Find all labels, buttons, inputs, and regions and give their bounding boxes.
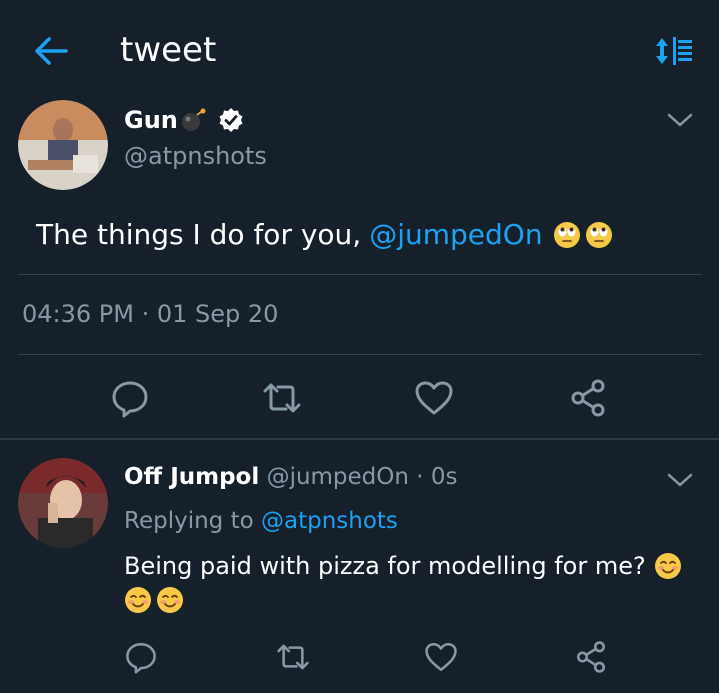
tweet-timestamp: 04:36 PM · 01 Sep 20 xyxy=(22,300,279,328)
divider xyxy=(18,274,702,275)
reply-emojis xyxy=(124,586,184,614)
avatar[interactable] xyxy=(18,100,108,190)
smiling-face-emoji xyxy=(125,587,151,613)
back-arrow-icon[interactable] xyxy=(34,36,68,66)
share-icon[interactable] xyxy=(574,640,608,674)
verified-badge-icon xyxy=(219,108,243,132)
reply-author-name[interactable]: Off Jumpol xyxy=(124,464,259,490)
smiling-face-emoji xyxy=(654,553,681,579)
tweet-author-name[interactable]: Gun xyxy=(124,106,244,134)
face-with-rolling-eyes-emoji xyxy=(553,221,580,248)
comment-icon[interactable] xyxy=(110,378,150,418)
face-with-rolling-eyes-emoji xyxy=(585,221,612,248)
divider xyxy=(18,354,702,355)
heart-icon[interactable] xyxy=(424,640,458,674)
retweet-icon[interactable] xyxy=(262,378,302,418)
sort-icon[interactable] xyxy=(655,34,693,68)
replying-to-line: Replying to @atpnshots xyxy=(124,508,398,534)
mention-link[interactable]: @jumpedOn xyxy=(369,218,542,251)
smiling-face-emoji xyxy=(157,587,183,613)
tweet-author-handle[interactable]: @atpnshots xyxy=(124,142,267,170)
chevron-down-icon[interactable] xyxy=(666,110,694,130)
chevron-down-icon[interactable] xyxy=(666,470,694,490)
avatar[interactable] xyxy=(18,458,108,548)
reply-text: Being paid with pizza for modelling for … xyxy=(124,552,682,580)
tweet-text: The things I do for you, @jumpedOn xyxy=(36,218,613,251)
reply-meta: @jumpedOn · 0s xyxy=(266,464,458,490)
divider xyxy=(0,438,719,440)
page-title: tweet xyxy=(120,30,217,70)
retweet-icon[interactable] xyxy=(276,640,310,674)
heart-icon[interactable] xyxy=(414,378,454,418)
replying-to-link[interactable]: @atpnshots xyxy=(261,508,398,534)
comment-icon[interactable] xyxy=(124,640,158,674)
bomb-emoji-icon xyxy=(181,108,206,131)
share-icon[interactable] xyxy=(568,378,608,418)
reply-header: Off Jumpol @jumpedOn · 0s xyxy=(124,464,458,490)
